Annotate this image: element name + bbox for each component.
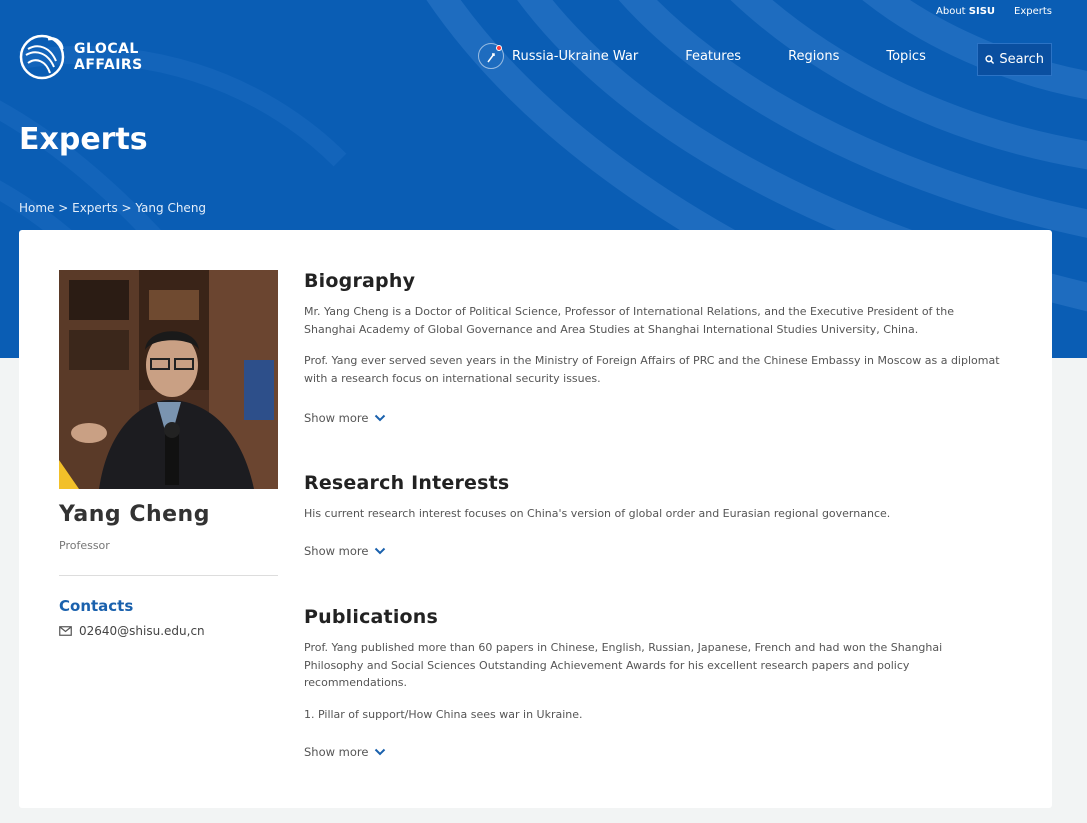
publications-show-more[interactable]: Show more (304, 745, 1004, 759)
nav-war-label: Russia-Ukraine War (512, 48, 639, 64)
chevron-down-icon (375, 547, 386, 554)
main-nav: Russia-Ukraine War Features Regions Topi… (478, 43, 1052, 76)
biography-paragraph-1: Mr. Yang Cheng is a Doctor of Political … (304, 305, 954, 336)
research-show-more[interactable]: Show more (304, 544, 1004, 558)
expert-role: Professor (59, 539, 110, 552)
war-globe-icon (478, 43, 504, 69)
alert-dot (496, 45, 502, 51)
research-title: Research Interests (304, 472, 510, 494)
biography-paragraph-2: Prof. Yang ever served seven years in th… (304, 354, 1000, 385)
publications-paragraph-2: 1. Pillar of support/How China sees war … (304, 707, 583, 721)
chevron-down-icon (375, 748, 386, 756)
search-label: Search (999, 52, 1044, 67)
show-more-label: Show more (304, 411, 369, 425)
about-sisu-link[interactable]: About SISU (936, 6, 995, 17)
show-more-label: Show more (304, 543, 369, 558)
experts-top-link[interactable]: Experts (1014, 6, 1052, 17)
contacts-title: Contacts (59, 597, 134, 615)
profile-divider (59, 575, 278, 576)
expert-name: Yang Cheng (59, 502, 210, 527)
nav-features[interactable]: Features (685, 49, 741, 64)
nav-russia-ukraine-war[interactable]: Russia-Ukraine War (478, 43, 638, 69)
chevron-down-icon (375, 414, 386, 422)
biography-section: Biography Mr. Yang Cheng is a Doctor of … (304, 270, 1004, 425)
logo-line-2: AFFAIRS (74, 57, 143, 73)
breadcrumb[interactable]: Home > Experts > Yang Cheng (19, 201, 206, 215)
expert-card: Yang Cheng Professor Contacts 02640@shis… (19, 230, 1052, 808)
publications-title: Publications (304, 606, 439, 628)
research-section: Research Interests His current research … (304, 472, 1004, 558)
publications-paragraph-1: Prof. Yang published more than 60 papers… (304, 641, 943, 689)
expert-photo (59, 270, 278, 489)
nav-topics[interactable]: Topics (886, 49, 925, 64)
page-title: Experts (19, 122, 148, 157)
top-utility-nav: About SISU Experts (936, 6, 1052, 17)
nav-regions[interactable]: Regions (788, 49, 839, 64)
biography-show-more[interactable]: Show more (304, 411, 1004, 425)
biography-title: Biography (304, 270, 416, 292)
mail-icon (59, 626, 72, 636)
email-contact[interactable]: 02640@shisu.edu,cn (59, 624, 205, 638)
search-button[interactable]: Search (977, 43, 1052, 76)
publications-section: Publications Prof. Yang published more t… (304, 606, 1004, 759)
email-text: 02640@shisu.edu,cn (79, 624, 205, 638)
site-logo[interactable]: GLOCAL AFFAIRS (18, 33, 143, 81)
logo-icon (19, 34, 65, 80)
research-paragraph-1: His current research interest focuses on… (304, 507, 891, 520)
search-icon (985, 55, 995, 64)
show-more-label: Show more (304, 745, 369, 759)
logo-line-1: GLOCAL (74, 41, 139, 57)
